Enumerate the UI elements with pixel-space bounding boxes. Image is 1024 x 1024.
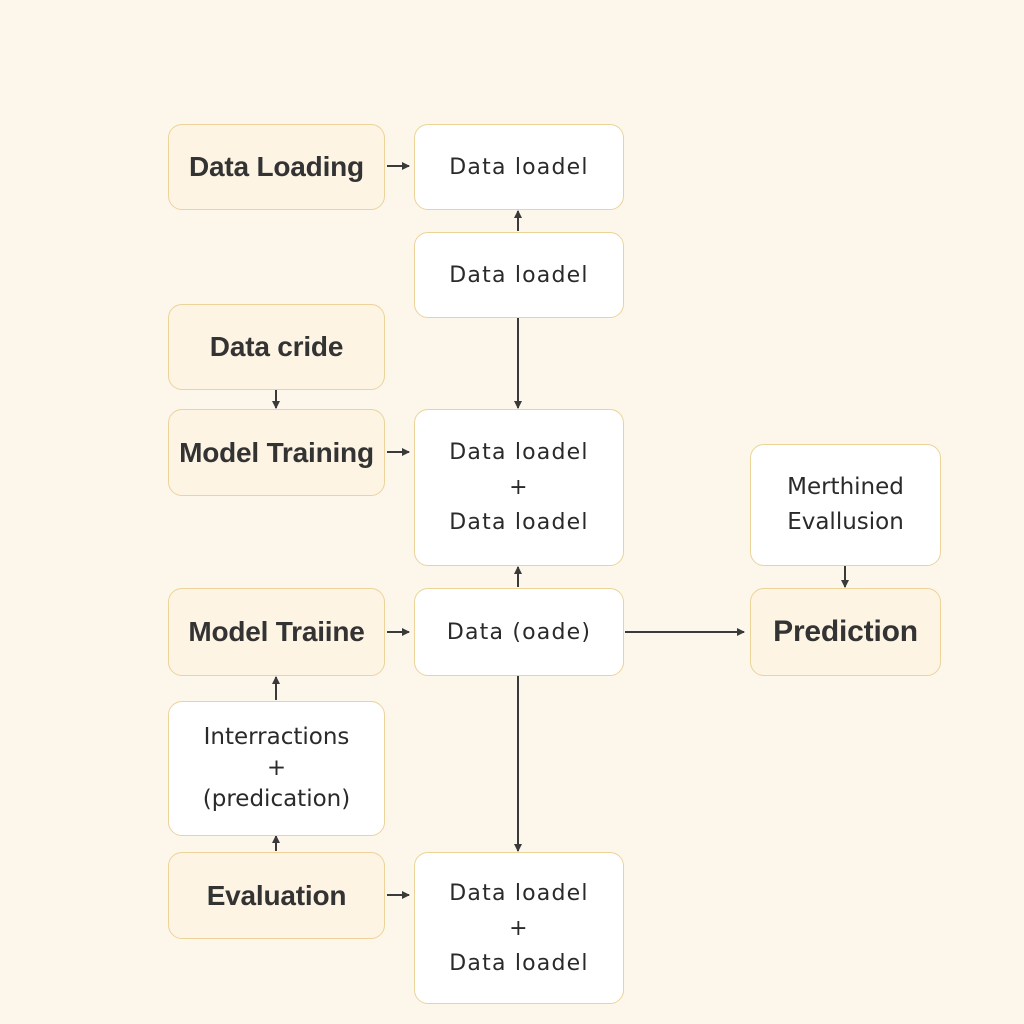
node-prediction: Prediction [750,588,941,676]
node-label-line2: Data loadel [449,950,589,976]
node-loader-bottom: Data loadel + Data loadel [414,852,624,1004]
node-label-line2: (predication) [202,786,351,812]
node-data-cride: Data cride [168,304,385,390]
node-data-loading: Data Loading [168,124,385,210]
node-loader-top: Data loadel [414,124,624,210]
node-loader-second: Data loadel [414,232,624,318]
node-label-line2: Evallusion [787,509,904,535]
node-label: Model Training [179,436,374,468]
node-label: Data cride [209,331,344,362]
node-label-plus: + [266,755,287,781]
node-label-plus: + [509,915,529,941]
node-label-line2: Data loadel [449,510,589,535]
node-label: Data loadel [449,262,589,288]
node-label-line1: Data loadel [449,440,589,465]
node-label-line1: Data loadel [449,880,589,906]
node-label: Model Traiine [188,616,365,647]
node-model-traiine: Model Traiine [168,588,385,676]
node-label-line1: Merthined [787,474,904,500]
node-merthined-evallusion: Merthined Evallusion [750,444,941,566]
node-data-oade: Data (oade) [414,588,624,676]
node-label-plus: + [509,475,529,500]
node-model-training: Model Training [168,409,385,496]
node-interactions: Interractions + (predication) [168,701,385,836]
node-label: Data (oade) [446,619,592,645]
node-label: Evaluation [206,879,347,911]
node-label: Data loadel [449,154,589,180]
node-loader-combo: Data loadel + Data loadel [414,409,624,566]
node-label: Data Loading [189,151,364,182]
node-evaluation: Evaluation [168,852,385,939]
node-label-line1: Interractions [203,724,350,750]
node-label: Prediction [773,615,918,648]
